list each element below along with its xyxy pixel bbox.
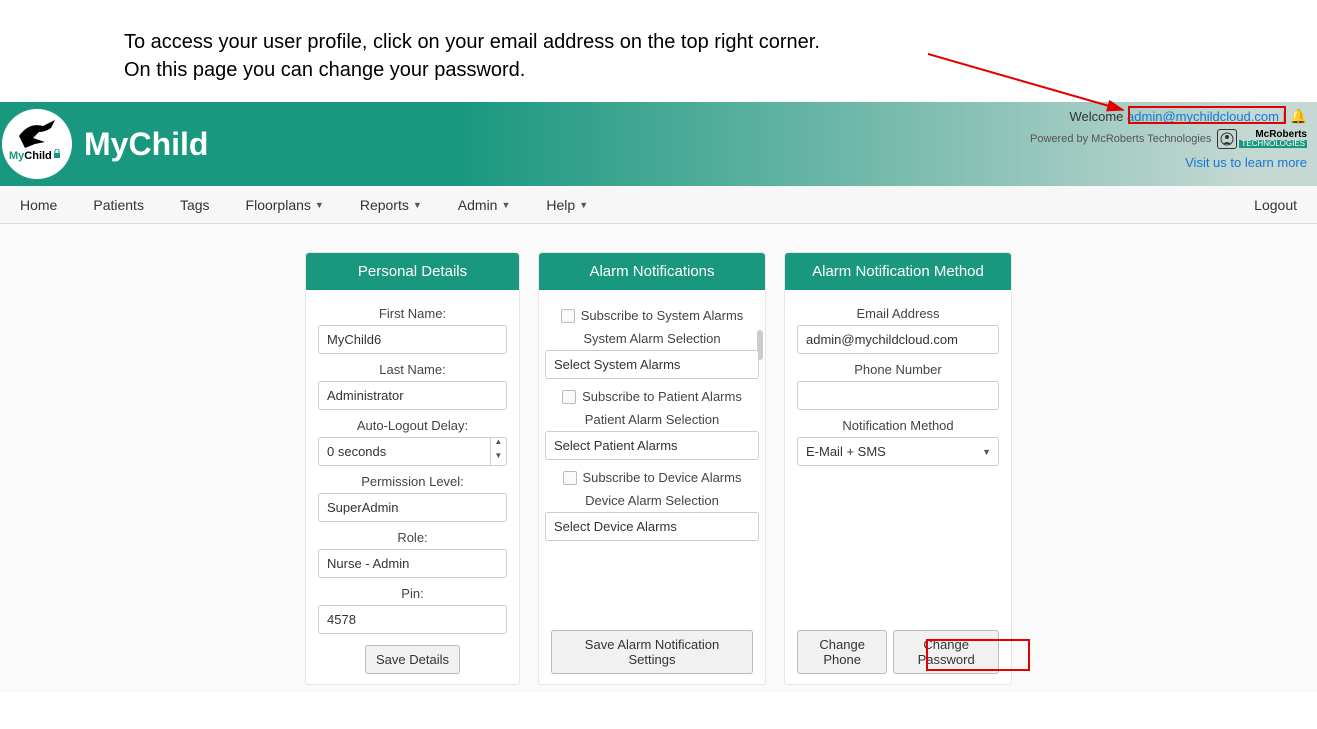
subscribe-patient-checkbox[interactable] (562, 390, 576, 404)
change-phone-button[interactable]: Change Phone (797, 630, 887, 674)
nav-bar: Home Patients Tags Floorplans▼ Reports▼ … (0, 186, 1317, 224)
nav-tags-label: Tags (180, 197, 210, 213)
patient-alarm-select[interactable]: Select Patient Alarms (545, 431, 759, 460)
role-label: Role: (318, 530, 507, 545)
nav-reports-label: Reports (360, 197, 409, 213)
perm-label: Permission Level: (318, 474, 507, 489)
instruction-line2: On this page you can change your passwor… (124, 56, 1317, 84)
logo-text: MyChild (9, 149, 62, 162)
powered-by-line: Powered by McRoberts Technologies McRobe… (1030, 129, 1307, 149)
annotation-arrow (928, 50, 1138, 120)
nav-help[interactable]: Help ▼ (528, 186, 606, 224)
app-logo: MyChild (2, 109, 72, 179)
subscribe-patient-label: Subscribe to Patient Alarms (582, 389, 742, 404)
first-name-input[interactable] (318, 325, 507, 354)
chevron-down-icon: ▼ (315, 200, 324, 210)
device-alarm-select[interactable]: Select Device Alarms (545, 512, 759, 541)
subscribe-device-checkbox[interactable] (563, 471, 577, 485)
nav-tags[interactable]: Tags (162, 186, 228, 224)
save-details-button[interactable]: Save Details (365, 645, 460, 674)
panel-alarm-notifications: Alarm Notifications Subscribe to System … (538, 252, 766, 685)
role-input[interactable] (318, 549, 507, 578)
email-address-label: Email Address (797, 306, 999, 321)
pin-label: Pin: (318, 586, 507, 601)
panel-method-title: Alarm Notification Method (785, 253, 1011, 290)
powered-text: Powered by McRoberts Technologies (1030, 133, 1211, 145)
email-address-input[interactable] (797, 325, 999, 354)
bell-icon[interactable]: 🔔 (1290, 108, 1307, 124)
nav-admin-label: Admin (458, 197, 498, 213)
app-viewport[interactable]: MyChild MyChild Welcome admin@mychildclo… (0, 102, 1317, 692)
spin-up-icon[interactable]: ▲ (491, 438, 506, 452)
auto-logout-input[interactable] (318, 437, 491, 466)
last-name-label: Last Name: (318, 362, 507, 377)
nav-home[interactable]: Home (2, 186, 75, 224)
user-email-link[interactable]: admin@mychildcloud.com (1127, 109, 1279, 124)
chevron-down-icon: ▼ (501, 200, 510, 210)
notification-method-select[interactable]: E-Mail + SMS (797, 437, 999, 466)
system-alarm-select[interactable]: Select System Alarms (545, 350, 759, 379)
nav-admin[interactable]: Admin▼ (440, 186, 529, 224)
welcome-sep: | (1279, 109, 1290, 124)
device-selection-label: Device Alarm Selection (545, 493, 759, 508)
nav-patients[interactable]: Patients (75, 186, 162, 224)
instruction-line1: To access your user profile, click on yo… (124, 28, 1317, 56)
auto-logout-stepper[interactable]: ▲▼ (491, 437, 507, 466)
chevron-down-icon: ▼ (413, 200, 422, 210)
panel-personal-title: Personal Details (306, 253, 519, 290)
auto-logout-label: Auto-Logout Delay: (318, 418, 507, 433)
panels-row: Personal Details First Name: Last Name: … (0, 224, 1317, 692)
mcroberts-bot: TECHNOLOGIES (1239, 140, 1307, 148)
notification-method-label: Notification Method (797, 418, 999, 433)
subscribe-system-checkbox[interactable] (561, 309, 575, 323)
subscribe-system-label: Subscribe to System Alarms (581, 308, 744, 323)
nav-patients-label: Patients (93, 197, 144, 213)
spin-down-icon[interactable]: ▼ (491, 452, 506, 466)
nav-floorplans-label: Floorplans (246, 197, 311, 213)
nav-home-label: Home (20, 197, 57, 213)
perm-input[interactable] (318, 493, 507, 522)
save-alarm-settings-button[interactable]: Save Alarm Notification Settings (551, 630, 753, 674)
mcroberts-badge-icon (1217, 129, 1237, 149)
brand-title: MyChild (84, 126, 208, 163)
subscribe-device-label: Subscribe to Device Alarms (583, 470, 742, 485)
panel-personal-details: Personal Details First Name: Last Name: … (305, 252, 520, 685)
panel-notification-method: Alarm Notification Method Email Address … (784, 252, 1012, 685)
visit-link[interactable]: Visit us to learn more (1030, 155, 1307, 170)
chevron-down-icon: ▼ (579, 200, 588, 210)
mcroberts-logo: McRoberts TECHNOLOGIES (1217, 129, 1307, 149)
nav-logout[interactable]: Logout (1236, 186, 1315, 224)
nav-reports[interactable]: Reports ▼ (342, 186, 440, 224)
patient-selection-label: Patient Alarm Selection (545, 412, 759, 427)
phone-number-input[interactable] (797, 381, 999, 410)
last-name-input[interactable] (318, 381, 507, 410)
nav-floorplans[interactable]: Floorplans ▼ (228, 186, 342, 224)
change-password-button[interactable]: Change Password (893, 630, 999, 674)
phone-number-label: Phone Number (797, 362, 999, 377)
nav-logout-label: Logout (1254, 197, 1297, 213)
panel-alarm-title: Alarm Notifications (539, 253, 765, 290)
stork-icon (15, 118, 63, 152)
nav-help-label: Help (546, 197, 575, 213)
first-name-label: First Name: (318, 306, 507, 321)
system-selection-label: System Alarm Selection (545, 331, 759, 346)
pin-input[interactable] (318, 605, 507, 634)
lock-icon (52, 149, 62, 159)
